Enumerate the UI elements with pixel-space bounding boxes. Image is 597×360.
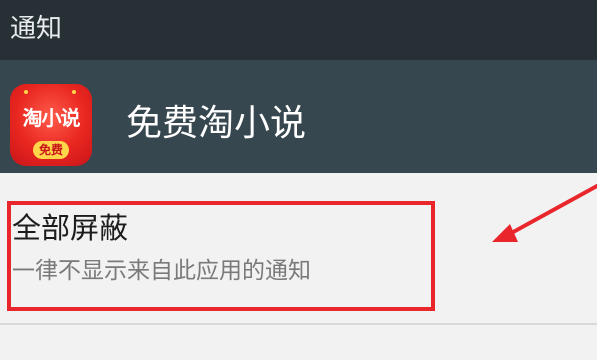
status-bar: 通知 xyxy=(0,0,597,60)
spark-icon xyxy=(24,90,28,94)
page-title: 通知 xyxy=(10,14,63,44)
divider xyxy=(0,323,597,325)
app-name: 免费淘小说 xyxy=(126,103,307,144)
spark-icon xyxy=(72,90,76,94)
app-icon-badge: 免费 xyxy=(33,141,69,159)
app-icon: 淘小说 免费 xyxy=(10,84,92,166)
app-icon-text: 淘小说 xyxy=(22,106,81,130)
highlight-box xyxy=(7,201,435,311)
